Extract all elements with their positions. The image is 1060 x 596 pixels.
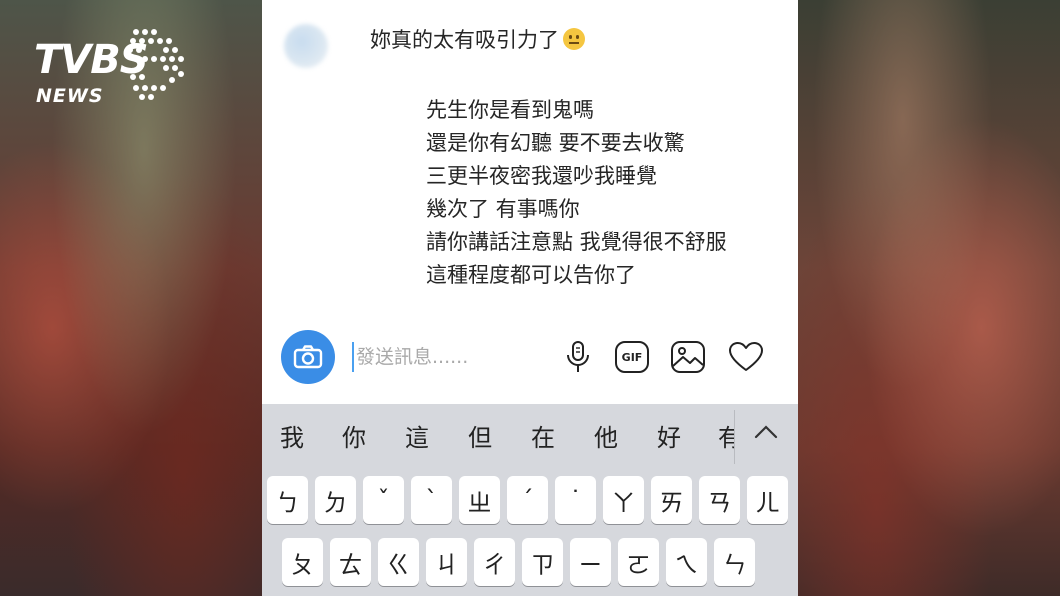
key[interactable]: ㄆ (282, 538, 323, 586)
key[interactable]: ㄍ (378, 538, 419, 586)
message-composer: 發送訊息...... GIF (262, 326, 798, 390)
key[interactable]: ㄞ (651, 476, 692, 524)
camera-button[interactable] (281, 330, 335, 384)
reply-line: 還是你有幻聽 要不要去收驚 (426, 131, 685, 155)
like-button[interactable] (728, 339, 764, 375)
key[interactable]: ㄗ (522, 538, 563, 586)
microphone-icon (567, 341, 589, 372)
key[interactable]: ˙ (555, 476, 596, 524)
key[interactable]: ˊ (507, 476, 548, 524)
key[interactable]: ˇ (363, 476, 404, 524)
key[interactable]: ㄚ (603, 476, 644, 524)
candidate-bar: 我 你 這 但 在 他 好 有 (262, 404, 798, 470)
key[interactable]: ㄣ (714, 538, 755, 586)
candidate-word[interactable]: 有 (718, 420, 734, 456)
neutral-face-emoji-icon (563, 28, 585, 50)
incoming-message: 妳真的太有吸引力了 (370, 24, 585, 56)
blurred-background-right (798, 0, 1060, 596)
tvbs-news-logo: TVBS NEWS (34, 28, 194, 112)
key[interactable]: ㄧ (570, 538, 611, 586)
key[interactable]: ㄐ (426, 538, 467, 586)
candidate-word[interactable]: 你 (342, 420, 366, 456)
logo-sub-text: NEWS (36, 85, 104, 107)
image-button[interactable] (670, 339, 706, 375)
candidate-word[interactable]: 好 (657, 420, 681, 456)
reply-line: 幾次了 有事嗎你 (426, 197, 580, 221)
logo-dots-icon (127, 29, 184, 100)
reply-line: 三更半夜密我還吵我睡覺 (426, 164, 657, 188)
heart-icon (729, 342, 763, 371)
image-icon (671, 341, 705, 373)
reply-line: 這種程度都可以告你了 (426, 263, 636, 287)
key[interactable]: ㄔ (474, 538, 515, 586)
candidate-word[interactable]: 他 (594, 420, 618, 456)
reply-line: 先生你是看到鬼嗎 (426, 98, 594, 122)
key[interactable]: ㄦ (747, 476, 788, 524)
microphone-button[interactable] (560, 339, 596, 375)
candidate-word[interactable]: 在 (531, 420, 555, 456)
instagram-dm-screen: 妳真的太有吸引力了 先生你是看到鬼嗎 還是你有幻聽 要不要去收驚 三更半夜密我還… (262, 0, 798, 596)
key[interactable]: ㄢ (699, 476, 740, 524)
candidate-word[interactable]: 我 (280, 420, 304, 456)
zhuyin-keyboard: 我 你 這 但 在 他 好 有 ㄅ ㄉ ˇ ˋ ㄓ ˊ ˙ ㄚ ㄞ ㄢ ㄦ ㄆ … (262, 404, 798, 596)
key[interactable]: ㄅ (267, 476, 308, 524)
candidate-divider (734, 410, 735, 464)
candidate-word[interactable]: 但 (468, 420, 492, 456)
chevron-up-icon[interactable] (752, 422, 780, 442)
key[interactable]: ㄟ (666, 538, 707, 586)
gif-label: GIF (621, 350, 643, 364)
key[interactable]: ㄛ (618, 538, 659, 586)
message-input[interactable]: 發送訊息...... (352, 342, 546, 372)
reply-message: 先生你是看到鬼嗎 還是你有幻聽 要不要去收驚 三更半夜密我還吵我睡覺 幾次了 有… (426, 94, 727, 292)
incoming-message-text: 妳真的太有吸引力了 (370, 28, 559, 52)
key[interactable]: ㄊ (330, 538, 371, 586)
key[interactable]: ㄓ (459, 476, 500, 524)
key[interactable]: ㄉ (315, 476, 356, 524)
reply-line: 請你講話注意點 我覺得很不舒服 (426, 230, 727, 254)
gif-button[interactable]: GIF (614, 339, 650, 375)
camera-icon (293, 345, 323, 369)
avatar[interactable] (284, 24, 328, 68)
key[interactable]: ˋ (411, 476, 452, 524)
candidate-word[interactable]: 這 (405, 420, 429, 456)
